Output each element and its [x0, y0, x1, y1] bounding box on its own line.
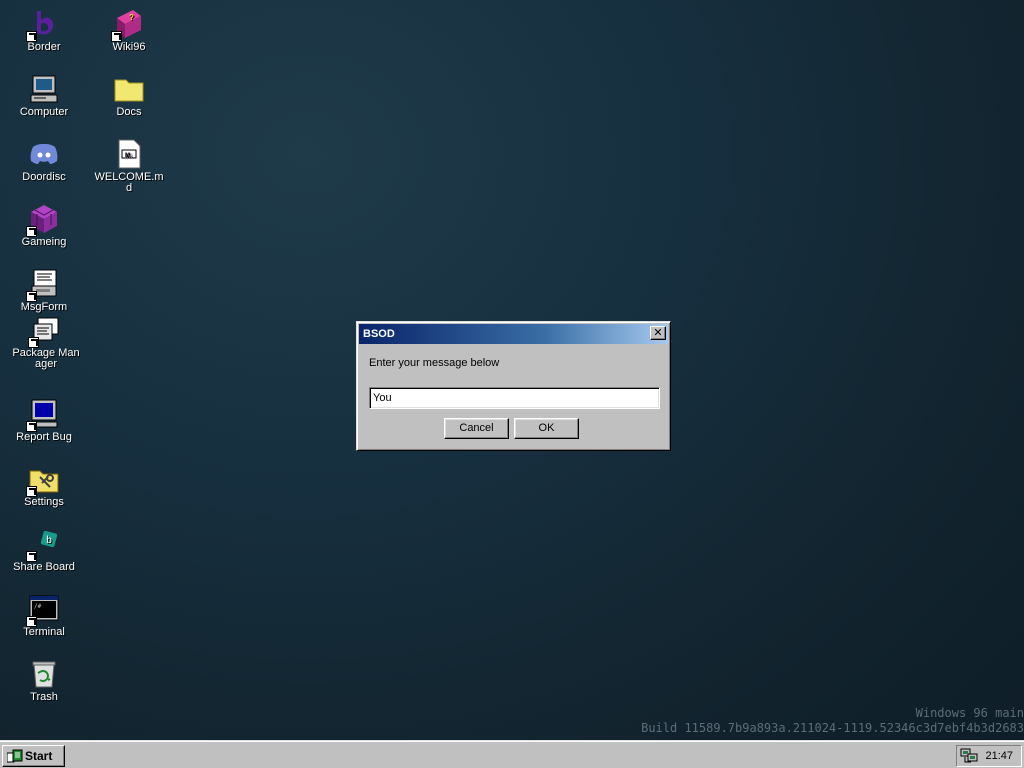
- icon-label: Gameing: [21, 236, 67, 248]
- package-icon: [28, 314, 62, 348]
- icon-label: Wiki96: [112, 41, 146, 53]
- recycle-bin-icon: [28, 658, 60, 690]
- share-board-icon: b: [26, 528, 60, 562]
- desktop-icon-report-bug[interactable]: Report Bug: [8, 398, 80, 443]
- message-input[interactable]: [369, 387, 660, 409]
- icon-label: Share Board: [13, 561, 75, 573]
- taskbar: Start 21:47: [0, 740, 1024, 768]
- desktop-icon-terminal[interactable]: /# Terminal: [8, 593, 80, 638]
- network-icon[interactable]: [960, 748, 978, 764]
- desktop-icon-doordisc[interactable]: Doordisc: [8, 138, 80, 183]
- book-icon: ?: [111, 8, 145, 42]
- computer-icon: [28, 73, 60, 105]
- desktop-icon-settings[interactable]: Settings: [8, 463, 80, 508]
- ok-button[interactable]: OK: [514, 418, 579, 439]
- dialog-title: BSOD: [363, 328, 395, 340]
- close-icon: ✕: [653, 327, 663, 339]
- terminal-icon: /#: [26, 593, 60, 627]
- desktop-icon-msgform[interactable]: MsgForm: [8, 268, 80, 313]
- taskbar-clock[interactable]: 21:47: [985, 750, 1013, 762]
- game-cube-icon: [26, 203, 60, 237]
- dialog-titlebar[interactable]: BSOD ✕: [359, 324, 668, 344]
- markdown-file-icon: M↓: [113, 138, 145, 170]
- icon-label: WELCOME.md: [94, 171, 164, 194]
- bsod-dialog[interactable]: BSOD ✕ Enter your message below Cancel O…: [356, 321, 671, 451]
- start-label: Start: [25, 749, 53, 763]
- desktop-icon-package-manager[interactable]: Package Manager: [10, 314, 82, 370]
- cancel-button[interactable]: Cancel: [444, 418, 509, 439]
- desktop-icon-docs[interactable]: Docs: [93, 73, 165, 118]
- icon-label: Computer: [19, 106, 69, 118]
- close-button[interactable]: ✕: [650, 326, 666, 340]
- desktop-icon-share-board[interactable]: b Share Board: [8, 528, 80, 573]
- icon-label: MsgForm: [20, 301, 68, 313]
- desktop-icon-border[interactable]: Border: [8, 8, 80, 53]
- monitor-icon: [26, 398, 60, 432]
- icon-label: Settings: [24, 496, 64, 508]
- border-b-icon: [26, 8, 60, 42]
- form-icon: [26, 268, 60, 302]
- folder-icon: [113, 73, 145, 105]
- svg-text:b: b: [46, 535, 52, 546]
- icon-label: Trash: [30, 691, 58, 703]
- settings-folder-icon: [26, 463, 60, 497]
- discord-icon: [28, 138, 60, 170]
- watermark-os: Windows 96 main: [915, 706, 1024, 720]
- start-icon: [7, 749, 23, 763]
- icon-label: Terminal: [23, 626, 65, 638]
- svg-text:/#: /#: [34, 603, 42, 610]
- desktop-icon-computer[interactable]: Computer: [8, 73, 80, 118]
- start-button[interactable]: Start: [2, 745, 65, 767]
- desktop-icon-trash[interactable]: Trash: [8, 658, 80, 703]
- dialog-prompt: Enter your message below: [369, 357, 500, 369]
- svg-text:M↓: M↓: [125, 153, 133, 159]
- icon-label: Docs: [116, 106, 142, 118]
- desktop-icon-welcome-md[interactable]: M↓ WELCOME.md: [93, 138, 165, 194]
- icon-label: Doordisc: [22, 171, 66, 183]
- svg-text:?: ?: [129, 13, 134, 22]
- desktop-icon-wiki96[interactable]: ? Wiki96: [93, 8, 165, 53]
- watermark-build: Build 11589.7b9a893a.211024-1119.52346c3…: [641, 721, 1024, 735]
- desktop-icon-gameing[interactable]: Gameing: [8, 203, 80, 248]
- build-watermark: Windows 96 main Build 11589.7b9a893a.2110…: [641, 706, 1024, 736]
- icon-label: Package Manager: [12, 347, 80, 370]
- icon-label: Report Bug: [16, 431, 72, 443]
- icon-label: Border: [27, 41, 61, 53]
- system-tray: 21:47: [956, 745, 1022, 767]
